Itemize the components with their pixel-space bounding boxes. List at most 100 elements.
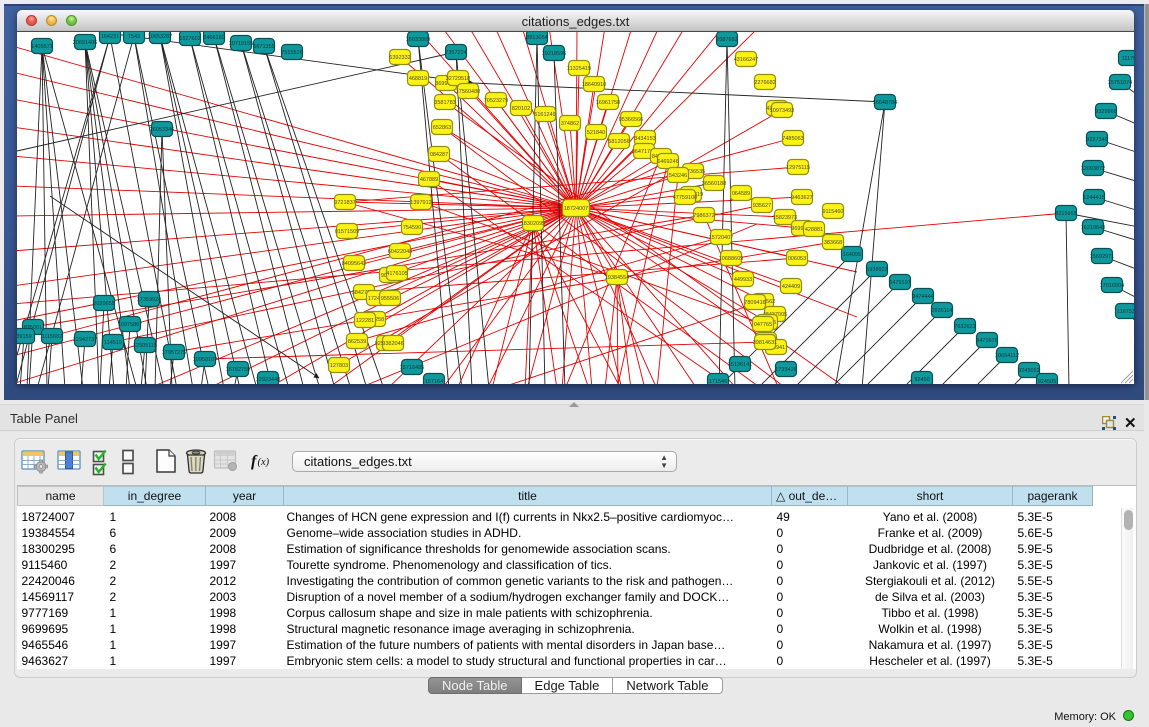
svg-text:16782759: 16782759 bbox=[226, 367, 250, 373]
svg-text:171546: 171546 bbox=[709, 379, 727, 384]
svg-text:7485063: 7485063 bbox=[782, 136, 803, 142]
svg-text:1405571: 1405571 bbox=[31, 44, 52, 50]
svg-text:862539: 862539 bbox=[348, 339, 366, 345]
svg-text:3581783: 3581783 bbox=[434, 100, 455, 106]
svg-text:19384554: 19384554 bbox=[605, 275, 629, 281]
svg-text:084287: 084287 bbox=[430, 152, 448, 158]
svg-text:16961758: 16961758 bbox=[596, 100, 620, 106]
svg-text:521840: 521840 bbox=[587, 130, 605, 136]
svg-text:9474444: 9474444 bbox=[912, 294, 933, 300]
svg-text:17560480: 17560480 bbox=[456, 89, 480, 95]
svg-text:935627: 935627 bbox=[753, 203, 771, 209]
svg-text:127803: 127803 bbox=[330, 363, 348, 369]
svg-text:1733426: 1733426 bbox=[775, 367, 796, 373]
svg-text:39159: 39159 bbox=[17, 334, 32, 340]
svg-text:15751074: 15751074 bbox=[1108, 80, 1132, 86]
svg-text:12093872: 12093872 bbox=[1081, 166, 1105, 172]
svg-text:164095: 164095 bbox=[843, 252, 861, 258]
svg-text:10653287: 10653287 bbox=[148, 34, 172, 40]
svg-text:17359924: 17359924 bbox=[137, 297, 161, 303]
svg-text:16033809: 16033809 bbox=[406, 37, 430, 43]
svg-text:47759100: 47759100 bbox=[673, 195, 697, 201]
svg-text:15823973: 15823973 bbox=[773, 215, 797, 221]
svg-text:12923448: 12923448 bbox=[256, 377, 280, 383]
svg-text:820102: 820102 bbox=[512, 106, 530, 112]
svg-text:10958107: 10958107 bbox=[193, 357, 217, 363]
svg-text:7809416: 7809416 bbox=[744, 300, 765, 306]
svg-text:2020655: 2020655 bbox=[93, 301, 114, 307]
svg-text:467889: 467889 bbox=[420, 177, 438, 183]
svg-text:9721837: 9721837 bbox=[334, 200, 355, 206]
svg-text:1527602: 1527602 bbox=[179, 36, 200, 42]
svg-text:6469246: 6469246 bbox=[657, 159, 678, 165]
svg-text:10973493: 10973493 bbox=[770, 108, 794, 114]
svg-text:8813054: 8813054 bbox=[526, 35, 547, 41]
svg-text:468819: 468819 bbox=[409, 76, 427, 82]
svg-text:114519: 114519 bbox=[104, 340, 122, 346]
svg-text:164231: 164231 bbox=[101, 34, 119, 40]
svg-text:9329966: 9329966 bbox=[1095, 109, 1116, 115]
svg-text:15716485: 15716485 bbox=[400, 365, 424, 371]
svg-text:(x): (x) bbox=[258, 457, 270, 468]
svg-text:16648784: 16648784 bbox=[873, 100, 897, 106]
svg-text:1397912: 1397912 bbox=[410, 200, 431, 206]
svg-text:8215955: 8215955 bbox=[1055, 211, 1076, 217]
svg-text:3434153: 3434153 bbox=[634, 136, 655, 142]
svg-text:18724007: 18724007 bbox=[564, 206, 588, 212]
svg-text:7632621: 7632621 bbox=[954, 324, 975, 330]
svg-text:36560188: 36560188 bbox=[702, 181, 726, 187]
svg-text:2276682: 2276682 bbox=[754, 80, 775, 86]
svg-text:10975867: 10975867 bbox=[118, 322, 142, 328]
svg-text:9463627: 9463627 bbox=[791, 195, 812, 201]
svg-text:1115682: 1115682 bbox=[42, 334, 63, 340]
svg-text:9115460: 9115460 bbox=[822, 209, 843, 215]
svg-text:047765: 047765 bbox=[754, 322, 772, 328]
svg-text:157164: 157164 bbox=[425, 379, 443, 384]
svg-text:006053: 006053 bbox=[788, 256, 806, 262]
svg-text:11175: 11175 bbox=[1122, 56, 1134, 62]
svg-text:9227349: 9227349 bbox=[1086, 137, 1107, 143]
svg-text:11325419: 11325419 bbox=[567, 66, 591, 72]
svg-text:924505: 924505 bbox=[1038, 379, 1056, 384]
svg-text:12942737: 12942737 bbox=[73, 337, 97, 343]
svg-text:1244415: 1244415 bbox=[1083, 195, 1104, 201]
svg-text:6479197: 6479197 bbox=[889, 280, 910, 286]
svg-text:01571509: 01571509 bbox=[335, 229, 359, 235]
svg-text:383668: 383668 bbox=[824, 240, 842, 246]
svg-text:17016504: 17016504 bbox=[1100, 283, 1124, 289]
svg-text:43166247: 43166247 bbox=[734, 57, 758, 63]
svg-text:4176105: 4176105 bbox=[386, 271, 407, 277]
svg-text:652863: 652863 bbox=[433, 125, 451, 131]
svg-text:16210643: 16210643 bbox=[1081, 225, 1105, 231]
svg-text:26053346: 26053346 bbox=[150, 127, 174, 133]
svg-text:9245052: 9245052 bbox=[1018, 368, 1039, 374]
svg-text:6466160: 6466160 bbox=[203, 35, 224, 41]
svg-text:6161249: 6161249 bbox=[534, 112, 555, 118]
svg-text:754590: 754590 bbox=[403, 225, 421, 231]
svg-text:12975115: 12975115 bbox=[786, 165, 810, 171]
svg-text:5938923: 5938923 bbox=[866, 267, 887, 273]
svg-text:424409: 424409 bbox=[782, 284, 800, 290]
svg-text:374862: 374862 bbox=[561, 121, 579, 127]
svg-text:10688609: 10688609 bbox=[719, 256, 743, 262]
svg-text:19218596: 19218596 bbox=[542, 51, 566, 57]
svg-text:15720407: 15720407 bbox=[709, 235, 733, 241]
svg-text:116753: 116753 bbox=[1117, 309, 1134, 315]
svg-text:15136141: 15136141 bbox=[728, 362, 752, 368]
svg-text:20691406: 20691406 bbox=[73, 40, 97, 46]
svg-text:955506: 955506 bbox=[381, 296, 399, 302]
svg-text:05366566: 05366566 bbox=[619, 117, 643, 123]
svg-text:6671355: 6671355 bbox=[253, 44, 274, 50]
svg-text:84095642: 84095642 bbox=[342, 261, 366, 267]
svg-text:7515526: 7515526 bbox=[281, 50, 302, 56]
svg-text:12505115: 12505115 bbox=[133, 343, 157, 349]
svg-text:9382046: 9382046 bbox=[382, 341, 403, 347]
svg-text:543246: 543246 bbox=[669, 173, 687, 179]
svg-text:60422048: 60422048 bbox=[388, 249, 412, 255]
svg-text:17957275: 17957275 bbox=[162, 350, 186, 356]
svg-text:32729518: 32729518 bbox=[446, 76, 470, 82]
svg-text:7357224: 7357224 bbox=[445, 50, 466, 56]
svg-text:15692971: 15692971 bbox=[1090, 254, 1114, 260]
svg-text:92450: 92450 bbox=[914, 377, 929, 383]
svg-text:7543: 7543 bbox=[128, 34, 140, 40]
